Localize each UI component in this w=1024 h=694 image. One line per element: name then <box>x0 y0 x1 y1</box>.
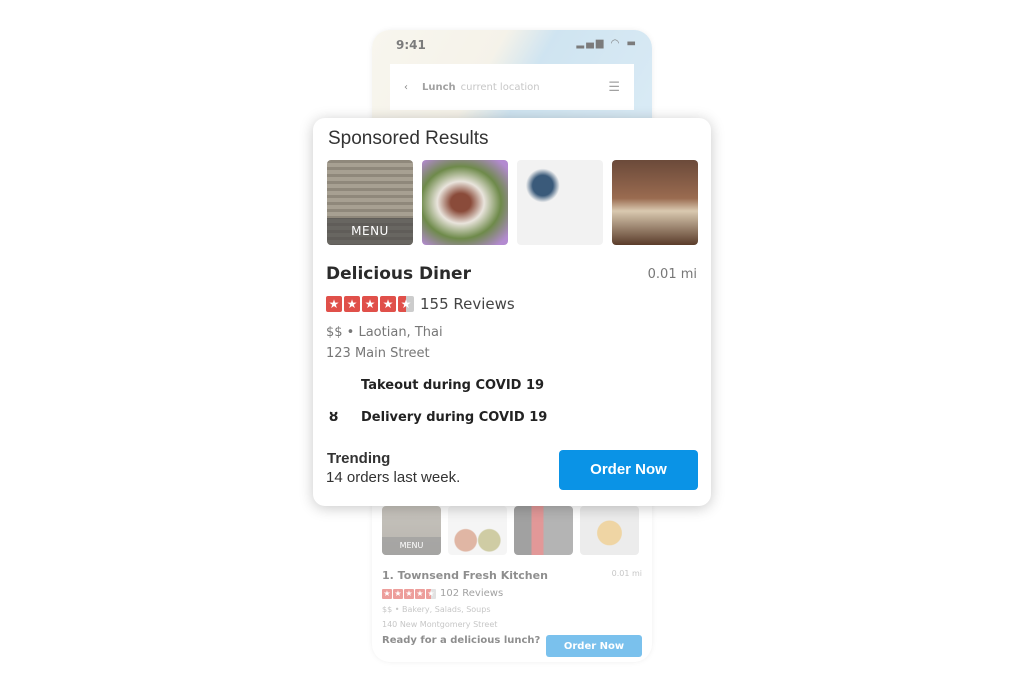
star-icon: ★ <box>382 588 392 599</box>
listing-townsend[interactable]: MENU 1. Townsend Fresh Kitchen 0.01 mi ★ ★… <box>382 506 642 657</box>
star-icon: ★ <box>404 588 414 599</box>
menu-tag: MENU <box>327 218 413 245</box>
sponsored-card[interactable]: Sponsored Results MENU Delicious Diner 0… <box>313 118 711 506</box>
address: 140 New Montgomery Street <box>382 620 498 629</box>
photo[interactable] <box>448 506 507 555</box>
photo[interactable] <box>517 160 603 245</box>
photo-menu[interactable]: MENU <box>327 160 413 245</box>
trending-title: Trending <box>327 450 391 467</box>
photo[interactable] <box>514 506 573 555</box>
feature-delivery: Delivery during COVID 19 <box>361 410 548 425</box>
card-title: Sponsored Results <box>328 128 489 149</box>
price-category: $$ • Laotian, Thai <box>326 325 443 340</box>
review-count[interactable]: 155 Reviews <box>420 295 515 313</box>
delivery-icon: ȣ <box>329 409 339 425</box>
prompt: Ready for a delicious lunch? <box>382 635 541 646</box>
status-time: 9:41 <box>396 38 426 52</box>
star-icon: ★ <box>380 296 396 312</box>
photo[interactable] <box>580 506 639 555</box>
back-icon[interactable]: ‹ <box>404 82 408 93</box>
photo-menu[interactable]: MENU <box>382 506 441 555</box>
address: 123 Main Street <box>326 346 430 361</box>
distance: 0.01 mi <box>647 267 697 282</box>
order-now-button[interactable]: Order Now <box>559 450 698 490</box>
star-rating: ★ ★ ★ ★ ★ <box>382 588 436 599</box>
search-bar[interactable]: ‹ Lunch current location ☰ <box>390 64 634 110</box>
star-icon: ★ <box>415 588 425 599</box>
listing-name[interactable]: 1. Townsend Fresh Kitchen <box>382 569 548 582</box>
trending-text: 14 orders last week. <box>326 469 461 486</box>
star-icon: ★ <box>326 296 342 312</box>
search-query: Lunch <box>422 81 456 93</box>
price-category: $$ • Bakery, Salads, Soups <box>382 605 491 614</box>
star-icon: ★ <box>362 296 378 312</box>
photo[interactable] <box>612 160 698 245</box>
order-now-button[interactable]: Order Now <box>546 635 642 657</box>
star-rating: ★ ★ ★ ★ ★ <box>326 296 414 312</box>
photo[interactable] <box>422 160 508 245</box>
menu-tag: MENU <box>382 537 441 555</box>
half-star-icon: ★ <box>426 588 436 599</box>
feature-takeout: Takeout during COVID 19 <box>361 378 545 393</box>
restaurant-name[interactable]: Delicious Diner <box>326 264 471 284</box>
star-icon: ★ <box>393 588 403 599</box>
listing-distance: 0.01 mi <box>611 569 642 578</box>
list-icon[interactable]: ☰ <box>608 80 620 95</box>
half-star-icon: ★ <box>398 296 414 312</box>
star-icon: ★ <box>344 296 360 312</box>
search-location: current location <box>460 81 540 93</box>
status-icons: ▂▄▆ ◠ ▬ <box>576 38 638 49</box>
review-count: 102 Reviews <box>440 588 504 599</box>
